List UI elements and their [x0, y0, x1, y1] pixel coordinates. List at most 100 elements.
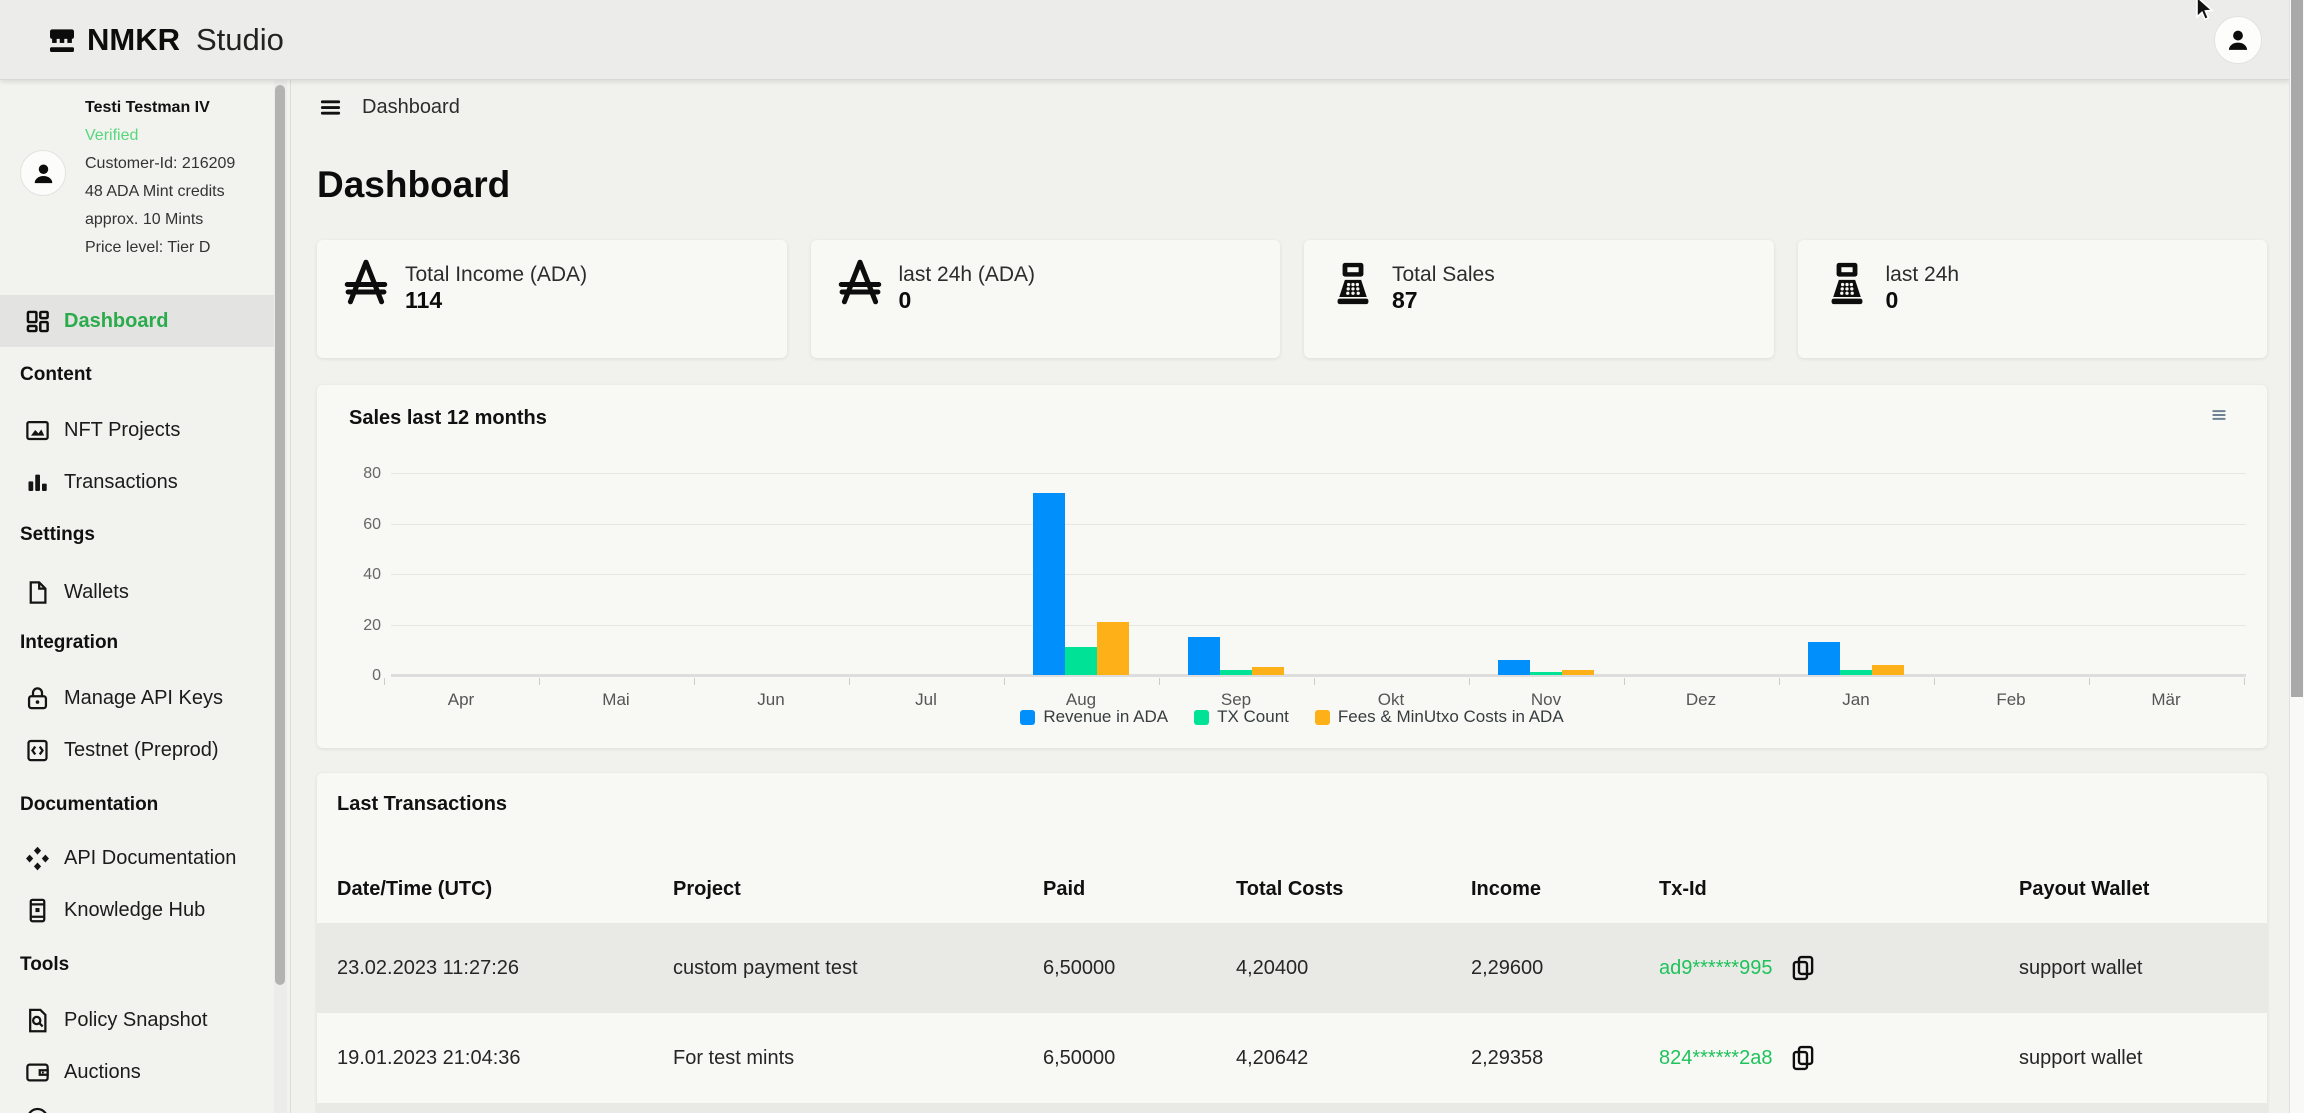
wallet-icon — [24, 1059, 51, 1086]
sidebar-section-settings: Settings — [20, 509, 95, 561]
legend-item-fees-minutxo-costs-in-ada[interactable]: Fees & MinUtxo Costs in ADA — [1315, 707, 1564, 727]
y-axis-label: 0 — [347, 667, 381, 685]
cell-paid: 6,50000 — [1043, 957, 1236, 980]
chart-gridline — [391, 574, 2246, 575]
sidebar-item-wallets[interactable]: Wallets — [0, 566, 274, 618]
circle-icon — [24, 1105, 51, 1113]
legend-item-revenue-in-ada[interactable]: Revenue in ADA — [1020, 707, 1168, 727]
x-axis-tick — [2244, 678, 2245, 685]
table-row — [317, 1103, 2267, 1113]
copy-button[interactable] — [1788, 1043, 1818, 1073]
verified-badge: Verified — [85, 122, 235, 150]
cell-income: 2,29600 — [1471, 957, 1659, 980]
x-axis-line — [391, 674, 2246, 677]
nmkr-logo[interactable]: NMKRStudio — [46, 22, 284, 58]
sidebar-item-label: Knowledge Hub — [64, 899, 205, 922]
page-scrollbar-thumb[interactable] — [2291, 0, 2303, 697]
hamburger-menu-icon[interactable] — [319, 96, 342, 119]
sidebar-item-testnet-preprod[interactable]: Testnet (Preprod) — [0, 724, 274, 776]
column-header-tx-id: Tx-Id — [1659, 878, 2019, 901]
page-scrollbar[interactable] — [2289, 0, 2304, 1113]
sidebar-item-dashboard[interactable]: Dashboard — [0, 295, 274, 347]
legend-label: Fees & MinUtxo Costs in ADA — [1338, 707, 1564, 727]
nmkr-logo-icon — [46, 24, 78, 56]
nmkr-studio-app: NMKRStudio .brand > span[data-name="bran… — [0, 0, 2304, 1113]
x-axis-tick — [1934, 678, 1935, 685]
topbar: NMKRStudio — [0, 0, 2290, 80]
sidebar-item-auctions[interactable]: Auctions — [0, 1046, 274, 1098]
book-icon — [24, 897, 51, 924]
breadcrumb-label: Dashboard — [362, 96, 460, 119]
breadcrumb: Dashboard — [319, 96, 460, 119]
copy-icon — [1788, 1043, 1818, 1073]
chart-gridline — [391, 524, 2246, 525]
y-axis-label: 40 — [347, 566, 381, 584]
sidebar-item-label: Auctions — [64, 1061, 141, 1084]
bar-revenue-in-ada-jan — [1808, 642, 1840, 675]
copy-icon — [1788, 953, 1818, 983]
account-avatar-button[interactable] — [2214, 16, 2262, 64]
stat-card-label: Total Sales — [1392, 262, 1495, 287]
bar-fees-minutxo-costs-in-ada-nov — [1562, 670, 1594, 675]
approx-mints: approx. 10 Mints — [85, 206, 235, 234]
chart-menu-icon[interactable] — [2209, 407, 2229, 423]
bar-tx-count-jan — [1840, 670, 1872, 675]
stat-card-label: last 24h (ADA) — [899, 262, 1036, 287]
x-axis-tick — [384, 678, 385, 685]
sidebar-section-content: Content — [20, 349, 92, 401]
cell-payout-wallet: support wallet — [2019, 957, 2267, 980]
stat-card-value: 87 — [1392, 287, 1495, 314]
user-avatar — [20, 150, 66, 196]
bar-chart-plot: 020406080AprMaiJunJulAugSepOktNovDezJanF… — [391, 440, 2246, 676]
column-header-date-time-utc: Date/Time (UTC) — [337, 878, 673, 901]
bar-chart-icon — [24, 469, 51, 496]
sidebar-item-label: Manage API Keys — [64, 687, 223, 710]
bar-tx-count-aug — [1065, 647, 1097, 675]
price-level: Price level: Tier D — [85, 234, 235, 262]
sidebar-item-transactions[interactable]: Transactions — [0, 456, 274, 508]
sidebar-scrollbar-thumb[interactable] — [275, 85, 285, 985]
cell-income: 2,29358 — [1471, 1047, 1659, 1070]
sidebar-item-partial[interactable] — [0, 1092, 274, 1113]
bar-revenue-in-ada-aug — [1033, 493, 1065, 675]
tx-id-link[interactable]: 824******2a8 — [1659, 1047, 1772, 1070]
lock-icon — [24, 685, 51, 712]
stat-card-value: 0 — [899, 287, 1036, 314]
sidebar-item-knowledge-hub[interactable]: Knowledge Hub — [0, 884, 274, 936]
sidebar-item-label: NFT Projects — [64, 419, 180, 442]
cell-total-costs: 4,20400 — [1236, 957, 1471, 980]
sales-chart-card: Sales last 12 months 020406080AprMaiJunJ… — [317, 385, 2267, 748]
api-diamond-icon — [24, 845, 51, 872]
column-header-income: Income — [1471, 878, 1659, 901]
chart-legend: Revenue in ADA TX Count Fees & MinUtxo Cos… — [317, 707, 2267, 727]
column-header-project: Project — [673, 878, 1043, 901]
dashboard-grid-icon — [24, 308, 51, 335]
stat-card-value: 0 — [1886, 287, 1960, 314]
sidebar-section-integration: Integration — [20, 617, 118, 669]
cell-payout-wallet: support wallet — [2019, 1047, 2267, 1070]
stat-card-total-income-ada: Total Income (ADA)114 — [317, 240, 787, 358]
x-axis-tick — [1779, 678, 1780, 685]
main-content: Dashboard Dashboard Total Income (ADA)11… — [291, 80, 2290, 1113]
sidebar-item-label: API Documentation — [64, 847, 236, 870]
document-icon — [24, 579, 51, 606]
legend-item-tx-count[interactable]: TX Count — [1194, 707, 1289, 727]
sidebar-item-label: Dashboard — [64, 310, 168, 333]
bar-fees-minutxo-costs-in-ada-sep — [1252, 667, 1284, 675]
document-search-icon — [24, 1007, 51, 1034]
sidebar-section-documentation: Documentation — [20, 779, 158, 831]
chart-title: Sales last 12 months — [349, 407, 547, 430]
sidebar-item-policy-snapshot[interactable]: Policy Snapshot — [0, 994, 274, 1046]
copy-button[interactable] — [1788, 953, 1818, 983]
tx-id-link[interactable]: ad9******995 — [1659, 957, 1772, 980]
sidebar-item-manage-api-keys[interactable]: Manage API Keys — [0, 672, 274, 724]
sidebar-item-api-documentation[interactable]: API Documentation — [0, 832, 274, 884]
x-axis-tick — [2089, 678, 2090, 685]
cash-register-icon — [1328, 257, 1378, 307]
sidebar-scrollbar[interactable] — [274, 80, 287, 1113]
sidebar-section-tools: Tools — [20, 939, 69, 991]
legend-swatch — [1020, 710, 1035, 725]
sidebar-item-nft-projects[interactable]: NFT Projects — [0, 404, 274, 456]
brand-name-light: Studio — [196, 22, 284, 58]
legend-swatch — [1194, 710, 1209, 725]
